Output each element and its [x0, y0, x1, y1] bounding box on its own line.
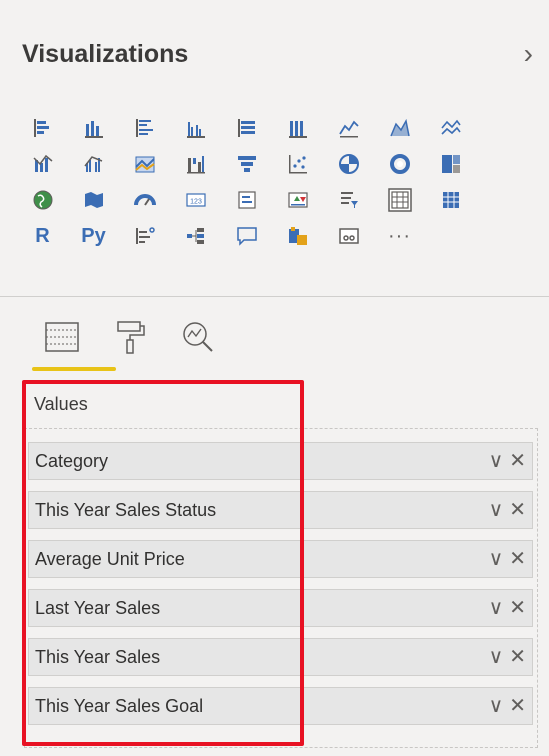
donut-chart-icon[interactable] [379, 150, 420, 178]
smart-narrative-icon[interactable] [277, 222, 318, 250]
ribbon-chart-icon[interactable] [124, 150, 165, 178]
more-visuals-icon[interactable]: ··· [379, 222, 420, 250]
chevron-down-icon[interactable]: ∨ [489, 500, 504, 520]
close-icon[interactable]: ✕ [509, 598, 526, 618]
chevron-down-icon[interactable]: ∨ [489, 647, 504, 667]
line-chart-icon[interactable] [328, 114, 369, 142]
close-icon[interactable]: ✕ [509, 500, 526, 520]
qa-icon[interactable] [226, 222, 267, 250]
gallery-row: R Py ··· [22, 218, 532, 254]
pane-title: Visualizations [22, 40, 189, 68]
close-icon[interactable]: ✕ [509, 647, 526, 667]
pie-chart-icon[interactable] [328, 150, 369, 178]
key-influencers-icon[interactable] [124, 222, 165, 250]
more-visuals-label: ··· [388, 224, 411, 247]
chevron-down-icon[interactable]: ∨ [489, 451, 504, 471]
kpi-icon[interactable] [277, 186, 318, 214]
python-visual-icon[interactable]: Py [73, 222, 114, 250]
section-divider [0, 296, 549, 297]
r-visual-label: R [35, 224, 50, 247]
waterfall-chart-icon[interactable] [175, 150, 216, 178]
funnel-chart-icon[interactable] [226, 150, 267, 178]
chevron-down-icon[interactable]: ∨ [489, 549, 504, 569]
chevron-down-icon[interactable]: ∨ [489, 598, 504, 618]
slicer-icon[interactable] [328, 186, 369, 214]
card-icon[interactable]: 123 [175, 186, 216, 214]
gallery-row [22, 110, 532, 146]
gallery-row: 123 [22, 182, 532, 218]
gallery-row [22, 146, 532, 182]
paginated-report-icon[interactable] [328, 222, 369, 250]
analytics-magnifier-icon [183, 322, 213, 352]
stacked-bar-chart-icon[interactable] [22, 114, 63, 142]
matrix-icon[interactable] [430, 186, 471, 214]
table-icon[interactable] [379, 186, 420, 214]
tab-format[interactable] [98, 312, 162, 362]
svg-text:123: 123 [190, 199, 202, 206]
close-icon[interactable]: ✕ [509, 696, 526, 716]
close-icon[interactable]: ✕ [509, 549, 526, 569]
r-visual-icon[interactable]: R [22, 222, 63, 250]
chevron-right-icon[interactable]: › [524, 40, 533, 68]
python-visual-label: Py [81, 224, 106, 247]
tab-fields[interactable] [30, 312, 94, 362]
active-tab-underline [32, 367, 116, 371]
decomposition-tree-icon[interactable] [175, 222, 216, 250]
chevron-down-icon[interactable]: ∨ [489, 696, 504, 716]
100-stacked-column-icon[interactable] [277, 114, 318, 142]
stacked-area-chart-icon[interactable] [430, 114, 471, 142]
gauge-icon[interactable] [124, 186, 165, 214]
map-icon[interactable] [22, 186, 63, 214]
visualizations-pane: Visualizations › 123 R Py ··· Values Cat… [0, 0, 549, 756]
pane-tabs [30, 312, 234, 362]
line-and-clustered-column-icon[interactable] [73, 150, 114, 178]
filled-map-icon[interactable] [73, 186, 114, 214]
multi-row-card-icon[interactable] [226, 186, 267, 214]
tab-analytics[interactable] [166, 312, 230, 362]
close-icon[interactable]: ✕ [509, 451, 526, 471]
visual-gallery: 123 R Py ··· [22, 110, 532, 254]
format-paint-roller-icon [117, 321, 145, 354]
treemap-icon[interactable] [430, 150, 471, 178]
line-and-stacked-column-icon[interactable] [22, 150, 63, 178]
fields-icon [45, 322, 79, 352]
scatter-chart-icon[interactable] [277, 150, 318, 178]
clustered-bar-chart-icon[interactable] [124, 114, 165, 142]
highlight-box [22, 380, 304, 746]
stacked-column-chart-icon[interactable] [73, 114, 114, 142]
area-chart-icon[interactable] [379, 114, 420, 142]
100-stacked-bar-icon[interactable] [226, 114, 267, 142]
clustered-column-chart-icon[interactable] [175, 114, 216, 142]
